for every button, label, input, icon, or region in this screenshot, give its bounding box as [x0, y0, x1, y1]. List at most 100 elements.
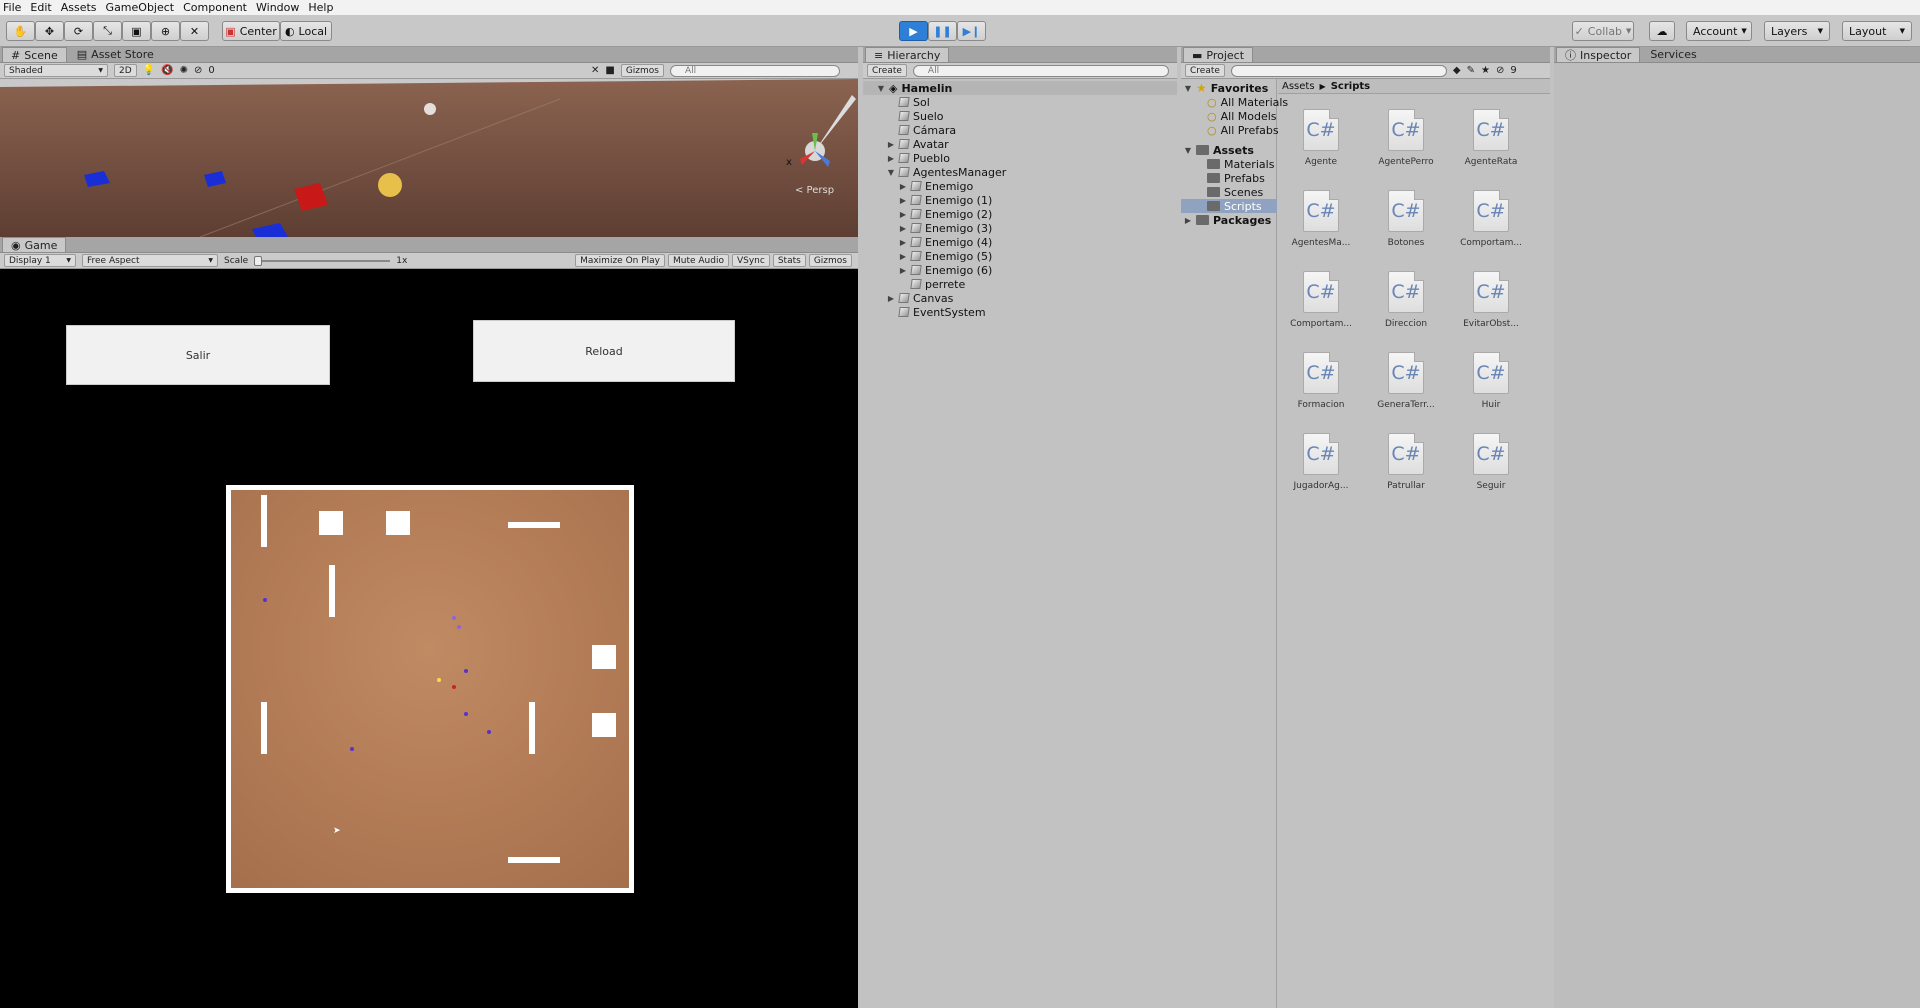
hierarchy-item[interactable]: ▶ Avatar: [887, 137, 949, 151]
hierarchy-item[interactable]: ▶ Canvas: [887, 291, 953, 305]
menu-edit[interactable]: Edit: [30, 1, 51, 14]
expand-arrow-icon[interactable]: ▶: [899, 238, 907, 247]
favorite-item[interactable]: ○ All Prefabs: [1207, 123, 1279, 137]
hierarchy-item[interactable]: ▶ Enemigo (3): [899, 221, 992, 235]
lighting-icon[interactable]: 💡: [143, 65, 155, 76]
hierarchy-item[interactable]: Sol: [887, 95, 930, 109]
pivot-center-button[interactable]: ▣ Center: [222, 21, 280, 41]
scene-root-row[interactable]: ▼ ◈ Hamelin: [877, 81, 952, 95]
scene-gizmos-dropdown[interactable]: Gizmos: [620, 64, 664, 77]
script-asset[interactable]: C# GeneraTerr...: [1371, 352, 1441, 410]
menu-assets[interactable]: Assets: [61, 1, 97, 14]
scene-viewport[interactable]: x < Persp: [0, 79, 858, 237]
script-asset[interactable]: C# Agente: [1286, 109, 1356, 167]
collab-dropdown[interactable]: ✓ Collab ▼: [1572, 21, 1634, 41]
hand-tool-button[interactable]: ✋: [6, 21, 35, 41]
space-local-button[interactable]: ◐ Local: [280, 21, 332, 41]
folder-item-selected[interactable]: Scripts: [1207, 199, 1262, 213]
script-asset[interactable]: C# AgentesMa...: [1286, 190, 1356, 248]
shading-dropdown[interactable]: Shaded ▼: [4, 64, 108, 77]
expand-arrow-icon[interactable]: ▶: [899, 196, 907, 205]
favorite-item[interactable]: ○ All Models: [1207, 109, 1277, 123]
breadcrumb-root[interactable]: Assets: [1282, 81, 1315, 92]
hierarchy-create-dropdown[interactable]: Create: [867, 64, 907, 77]
tools-icon[interactable]: ✕: [591, 65, 599, 76]
folder-item[interactable]: Materials: [1207, 157, 1274, 171]
favorite-item[interactable]: ○ All Materials: [1207, 95, 1288, 109]
menu-file[interactable]: File: [3, 1, 21, 14]
script-asset[interactable]: C# Comportam...: [1286, 271, 1356, 329]
breadcrumb-current[interactable]: Scripts: [1331, 81, 1370, 92]
tab-inspector[interactable]: ⓘ Inspector: [1556, 47, 1641, 62]
expand-arrow-icon[interactable]: ▶: [1184, 216, 1192, 225]
tab-project[interactable]: ▬ Project: [1183, 47, 1254, 62]
filter-type-icon[interactable]: ◆: [1453, 65, 1461, 76]
filter-label-icon[interactable]: ✎: [1467, 65, 1475, 76]
expand-arrow-icon[interactable]: ▼: [1184, 84, 1192, 93]
pause-button[interactable]: ❚❚: [928, 21, 957, 41]
packages-row[interactable]: ▶ Packages: [1184, 213, 1271, 227]
game-gizmos-toggle[interactable]: Gizmos: [808, 254, 852, 267]
hierarchy-item[interactable]: ▶ Enemigo (2): [899, 207, 992, 221]
layout-dropdown[interactable]: Layout ▼: [1842, 21, 1912, 41]
stats-toggle[interactable]: Stats: [772, 254, 806, 267]
tab-services[interactable]: Services: [1642, 47, 1704, 62]
folder-item[interactable]: Scenes: [1207, 185, 1263, 199]
hierarchy-item[interactable]: Cámara: [887, 123, 956, 137]
aspect-dropdown[interactable]: Free Aspect ▼: [82, 254, 218, 267]
script-asset[interactable]: C# Botones: [1371, 190, 1441, 248]
scale-slider-handle[interactable]: [254, 255, 263, 266]
hierarchy-search-input[interactable]: All: [912, 64, 1169, 77]
project-search-input[interactable]: [1230, 64, 1447, 77]
effects-icon[interactable]: ✺: [180, 65, 188, 76]
assets-root-row[interactable]: ▼ Assets: [1184, 143, 1254, 157]
expand-arrow-icon[interactable]: ▶: [887, 140, 895, 149]
cloud-button[interactable]: ☁: [1649, 21, 1675, 41]
display-dropdown[interactable]: Display 1 ▼: [4, 254, 76, 267]
audio-icon[interactable]: 🔇: [161, 65, 173, 76]
maximize-on-play-toggle[interactable]: Maximize On Play: [575, 254, 665, 267]
move-tool-button[interactable]: ✥: [35, 21, 64, 41]
menu-help[interactable]: Help: [308, 1, 333, 14]
script-asset[interactable]: C# JugadorAg...: [1286, 433, 1356, 491]
tab-game[interactable]: ◉ Game: [2, 237, 67, 252]
expand-arrow-icon[interactable]: ▶: [899, 266, 907, 275]
project-create-dropdown[interactable]: Create: [1185, 64, 1225, 77]
tab-scene[interactable]: # Scene: [2, 47, 67, 62]
hierarchy-item[interactable]: ▶ Pueblo: [887, 151, 950, 165]
play-button[interactable]: ▶: [899, 21, 928, 41]
rect-tool-button[interactable]: ▣: [122, 21, 151, 41]
script-asset[interactable]: C# Huir: [1456, 352, 1526, 410]
hierarchy-item[interactable]: EventSystem: [887, 305, 986, 319]
script-asset[interactable]: C# AgenteRata: [1456, 109, 1526, 167]
transform-tool-button[interactable]: ⊕: [151, 21, 180, 41]
step-button[interactable]: ▶❙: [957, 21, 986, 41]
custom-tool-button[interactable]: ✕: [180, 21, 209, 41]
scene-search-input[interactable]: All: [670, 64, 840, 77]
script-asset[interactable]: C# Formacion: [1286, 352, 1356, 410]
expand-arrow-icon[interactable]: ▶: [887, 154, 895, 163]
expand-arrow-icon[interactable]: ▶: [899, 224, 907, 233]
expand-arrow-icon[interactable]: ▶: [899, 252, 907, 261]
folder-item[interactable]: Prefabs: [1207, 171, 1265, 185]
script-asset[interactable]: C# Patrullar: [1371, 433, 1441, 491]
favorite-icon[interactable]: ★: [1481, 65, 1490, 76]
expand-arrow-icon[interactable]: ▶: [899, 210, 907, 219]
tab-asset-store[interactable]: ▤ Asset Store: [69, 47, 162, 62]
hierarchy-item[interactable]: perrete: [899, 277, 965, 291]
tab-hierarchy[interactable]: ≡ Hierarchy: [865, 47, 950, 62]
hidden-packages-icon[interactable]: ⊘: [1496, 65, 1504, 76]
expand-arrow-icon[interactable]: ▼: [877, 84, 885, 93]
hierarchy-item[interactable]: ▶ Enemigo (6): [899, 263, 992, 277]
mute-audio-toggle[interactable]: Mute Audio: [668, 254, 729, 267]
script-asset[interactable]: C# Direccion: [1371, 271, 1441, 329]
script-asset[interactable]: C# AgentePerro: [1371, 109, 1441, 167]
menu-gameobject[interactable]: GameObject: [106, 1, 175, 14]
script-asset[interactable]: C# Seguir: [1456, 433, 1526, 491]
camera-icon[interactable]: ■: [605, 65, 614, 76]
layers-dropdown[interactable]: Layers ▼: [1764, 21, 1830, 41]
expand-arrow-icon[interactable]: ▼: [887, 168, 895, 177]
menu-window[interactable]: Window: [256, 1, 299, 14]
hierarchy-item[interactable]: ▶ Enemigo (1): [899, 193, 992, 207]
script-asset[interactable]: C# EvitarObst...: [1456, 271, 1526, 329]
